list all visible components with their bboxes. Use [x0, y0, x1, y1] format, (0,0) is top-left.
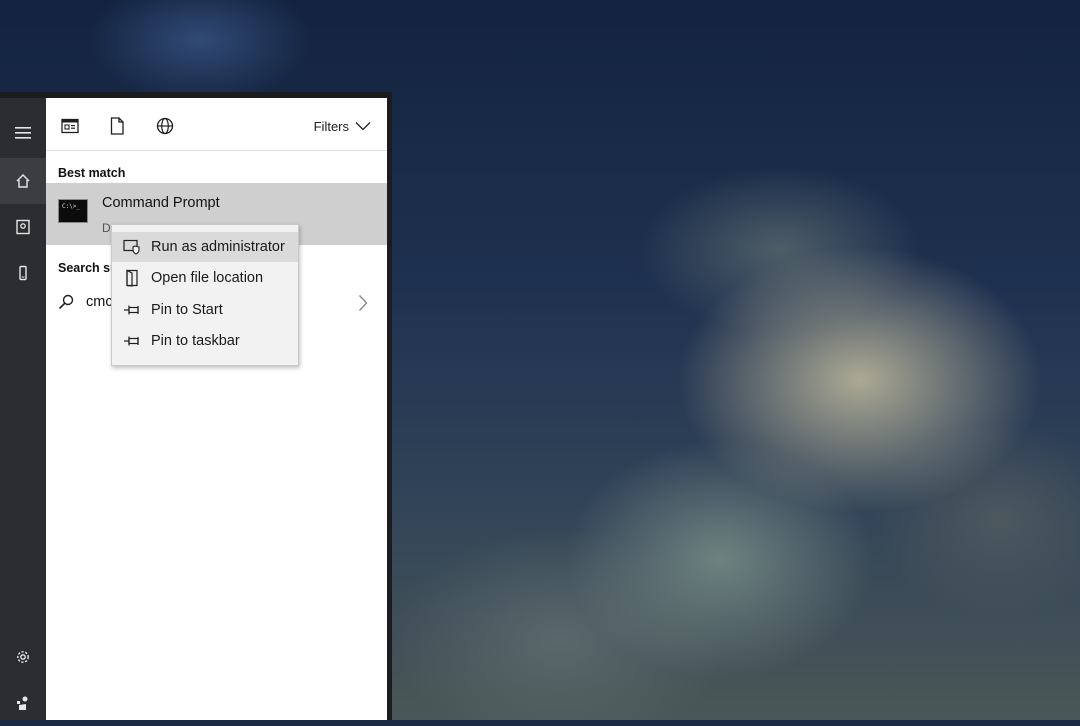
notebook-button[interactable]	[0, 204, 46, 250]
context-menu-item-label: Pin to taskbar	[151, 333, 240, 349]
search-suggestions-heading: Search su	[58, 261, 118, 275]
gear-icon	[17, 651, 29, 663]
context-menu-pin-to-taskbar[interactable]: Pin to taskbar	[112, 326, 298, 356]
context-menu-item-label: Open file location	[151, 270, 264, 286]
hamburger-menu-button[interactable]	[0, 110, 46, 156]
context-menu-item-label: Run as administrator	[151, 239, 285, 255]
filters-dropdown[interactable]: Filters	[314, 116, 371, 136]
context-menu-run-as-administrator[interactable]: Run as administrator	[112, 232, 298, 262]
search-results-panel: Filters Best match C:\>_ Command Prompt …	[46, 98, 387, 720]
context-menu: Run as administrator Open file location …	[111, 224, 299, 366]
feedback-button[interactable]	[0, 680, 46, 726]
search-icon	[58, 294, 74, 310]
app-window-icon	[61, 118, 79, 134]
folder-open-icon	[123, 269, 141, 287]
filters-label: Filters	[313, 118, 349, 134]
home-icon	[16, 174, 30, 188]
home-button[interactable]	[0, 158, 46, 204]
best-match-title: Command Prompt	[102, 195, 220, 211]
context-menu-item-label: Pin to Start	[151, 302, 223, 318]
command-prompt-icon: C:\>_	[58, 199, 88, 223]
best-match-subtitle: D	[102, 221, 111, 235]
chevron-right-icon[interactable]	[358, 294, 368, 312]
pin-icon	[123, 301, 141, 319]
feedback-icon	[17, 696, 28, 710]
context-menu-pin-to-start[interactable]: Pin to Start	[112, 295, 298, 325]
pin-icon	[123, 332, 141, 350]
context-menu-open-file-location[interactable]: Open file location	[112, 263, 298, 293]
tab-documents[interactable]	[105, 114, 129, 138]
tab-apps[interactable]	[58, 114, 82, 138]
tab-web[interactable]	[153, 114, 177, 138]
best-match-heading: Best match	[58, 166, 126, 180]
settings-button[interactable]	[0, 634, 46, 680]
search-scope-tabs: Filters	[46, 98, 387, 151]
document-icon	[110, 117, 124, 135]
shield-window-icon	[123, 238, 141, 256]
search-suggestion-text: cmc	[86, 294, 113, 310]
chevron-down-icon	[355, 122, 371, 131]
notebook-icon	[16, 219, 30, 235]
globe-icon	[156, 117, 174, 135]
hamburger-icon	[15, 127, 31, 139]
command-prompt-icon-text: C:\>_	[62, 203, 81, 210]
start-menu: Filters Best match C:\>_ Command Prompt …	[0, 92, 392, 720]
device-button[interactable]	[0, 250, 46, 296]
start-left-rail	[0, 98, 46, 720]
phone-icon	[19, 265, 27, 281]
